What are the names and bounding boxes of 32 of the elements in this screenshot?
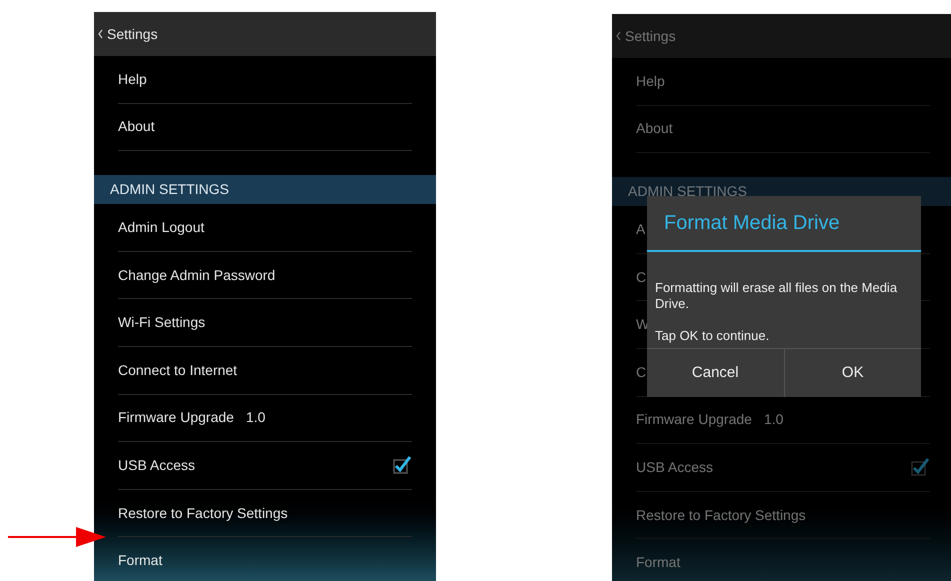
back-chevron-icon[interactable] [98, 29, 103, 39]
menu-item-label[interactable]: C [636, 362, 646, 383]
menu-item-label[interactable]: Admin Logout [118, 216, 204, 238]
menu-item-label[interactable]: Wi-Fi Settings [118, 312, 206, 334]
menu-item-label[interactable]: Connect to Internet [118, 360, 238, 381]
version-text: 1.0 [764, 410, 784, 430]
dialog-button[interactable]: OK [784, 349, 921, 397]
menu-item-label[interactable]: Firmware Upgrade [118, 407, 234, 428]
menu-item-label[interactable]: USB Access [636, 456, 714, 478]
menu-item-label[interactable]: About [636, 118, 673, 140]
menu-item-label[interactable]: Format [118, 550, 162, 572]
menu-item-label[interactable]: USB Access [118, 454, 196, 476]
menu-item-label[interactable]: Help [636, 70, 665, 92]
section-header: ADMIN SETTINGS [94, 175, 436, 204]
menu-item-label[interactable]: Restore to Factory Settings [118, 502, 288, 524]
menu-item-label[interactable]: Restore to Factory Settings [636, 504, 806, 526]
dialog-note: Tap OK to continue. [655, 328, 770, 344]
menu-item-label[interactable]: Firmware Upgrade [636, 409, 752, 430]
menu-item-label[interactable]: C [636, 266, 646, 288]
screen-title: Settings [107, 24, 158, 44]
version-text: 1.0 [246, 408, 266, 428]
dialog-message: Formatting will erase all files on the Media Drive. [655, 280, 898, 312]
dialog-button[interactable]: Cancel [647, 349, 784, 397]
dialog-title: Format Media Drive [647, 196, 921, 252]
menu-item-label[interactable]: Format [636, 552, 680, 574]
menu-item-label[interactable]: Help [118, 68, 147, 90]
checkbox[interactable] [910, 457, 930, 478]
menu-item-label[interactable]: About [118, 116, 155, 138]
menu-item-label[interactable]: Change Admin Password [118, 264, 276, 286]
screen-title: Settings [625, 26, 676, 46]
menu-item-label[interactable]: A [636, 218, 646, 240]
checkbox[interactable] [392, 455, 412, 476]
